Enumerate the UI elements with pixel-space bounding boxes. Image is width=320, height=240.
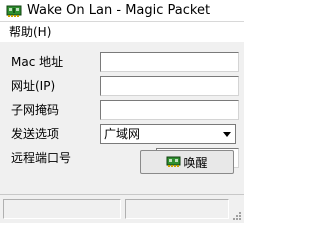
status-bar [0, 194, 244, 223]
network-card-icon [6, 5, 22, 17]
ip-address-label: 网址(IP) [11, 79, 56, 93]
status-pane-2 [125, 199, 229, 219]
wake-button-label: 唤醒 [183, 155, 208, 170]
menu-help[interactable]: 帮助(H) [9, 24, 51, 40]
wake-button[interactable]: 唤醒 [140, 150, 234, 174]
window-title: Wake On Lan - Magic Packet [27, 3, 211, 18]
send-option-label: 发送选项 [11, 127, 60, 141]
resize-grip-icon[interactable] [230, 209, 242, 221]
mac-address-label: Mac 地址 [11, 55, 64, 69]
title-bar[interactable]: Wake On Lan - Magic Packet [0, 0, 244, 22]
send-option-select[interactable]: 广域网 [100, 124, 236, 144]
network-card-icon [166, 156, 181, 167]
app-window: Wake On Lan - Magic Packet 帮助(H) Mac 地址 … [0, 0, 244, 223]
mac-address-field[interactable] [100, 52, 239, 72]
send-option-value: 广域网 [104, 127, 141, 141]
menu-bar: 帮助(H) [0, 22, 244, 42]
chevron-down-icon[interactable] [219, 126, 234, 142]
ip-address-field[interactable] [100, 76, 239, 96]
status-pane-1 [3, 199, 121, 219]
remote-port-label: 远程端口号 [11, 151, 72, 165]
subnet-mask-field[interactable] [100, 100, 239, 120]
subnet-mask-label: 子网掩码 [11, 103, 60, 117]
